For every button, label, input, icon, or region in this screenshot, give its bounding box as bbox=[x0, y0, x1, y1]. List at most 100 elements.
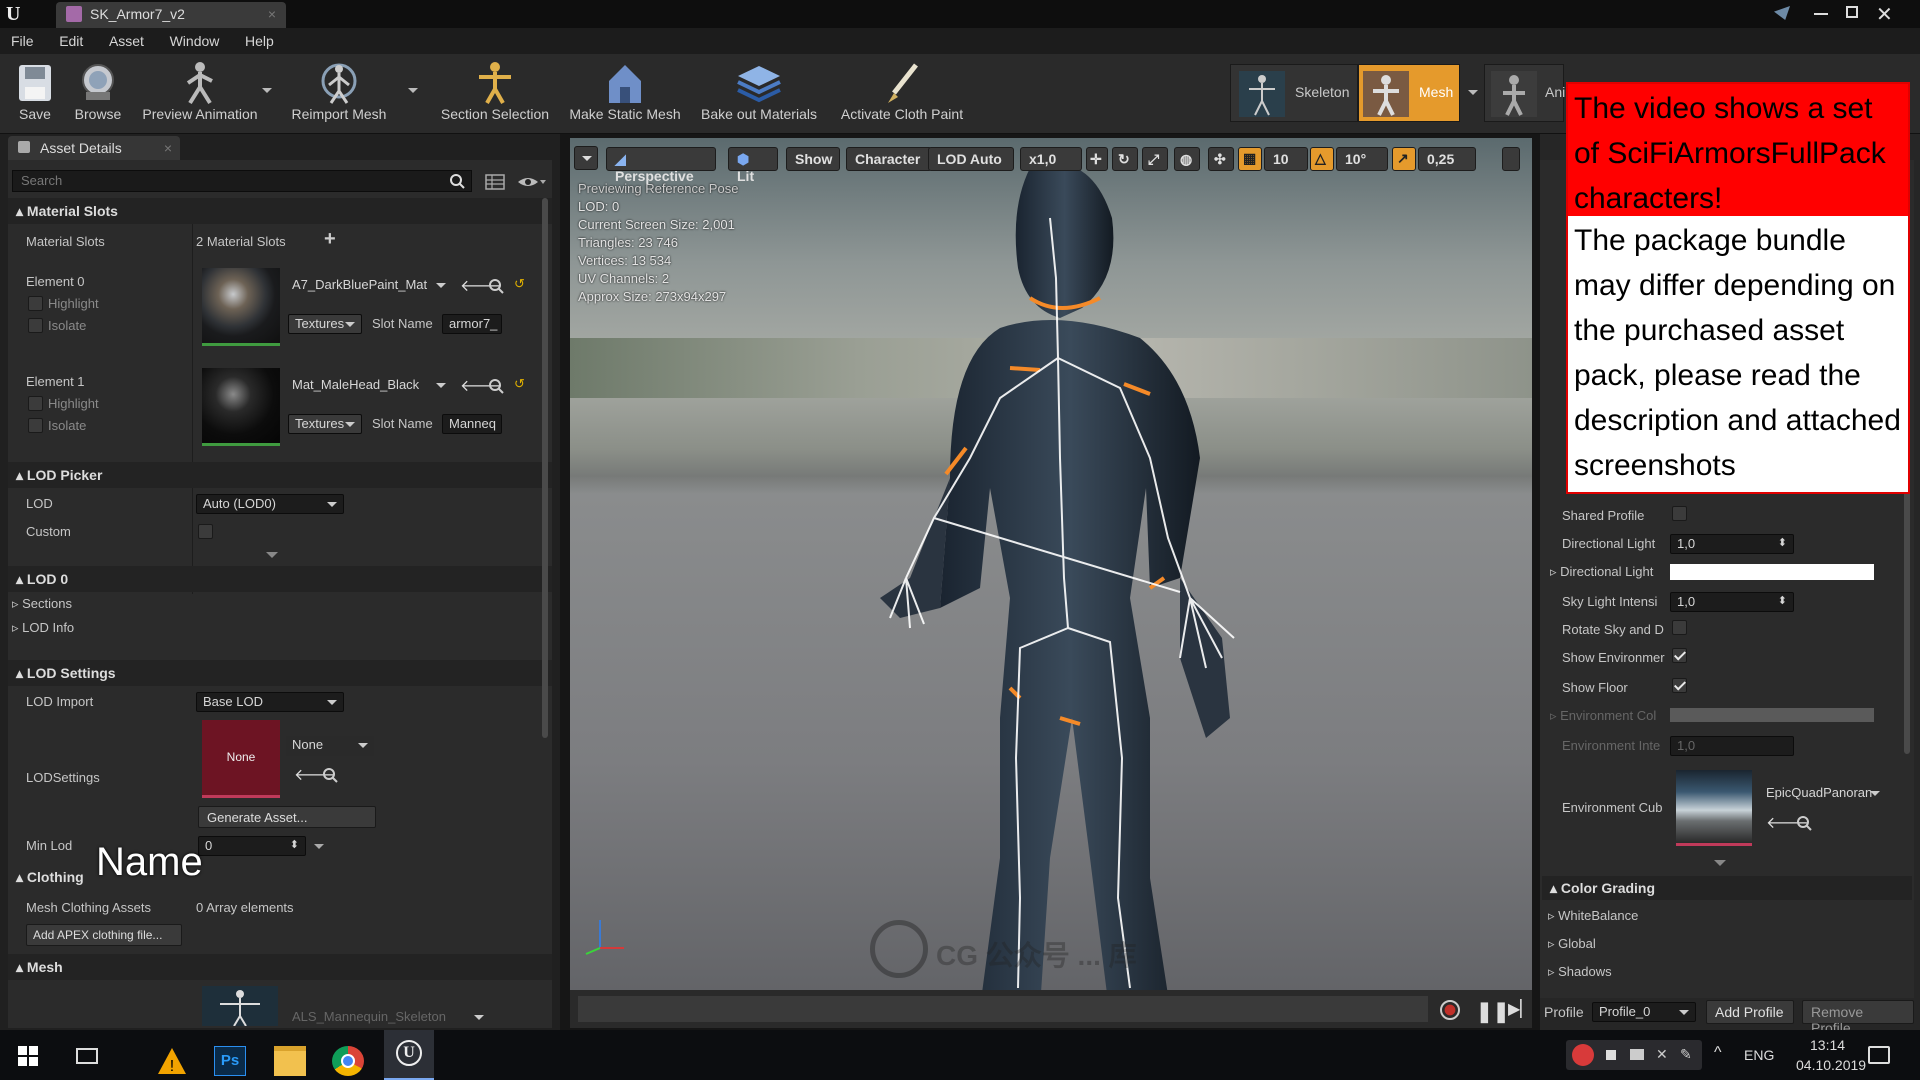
bake-out-materials-button[interactable]: Bake out Materials bbox=[694, 60, 824, 122]
remove-profile-button[interactable]: Remove Profile bbox=[1802, 1000, 1914, 1036]
file-explorer-icon[interactable] bbox=[274, 1046, 306, 1076]
directional-light-color-label[interactable]: ▹ Directional Light bbox=[1550, 564, 1653, 580]
grid-snap-button[interactable]: ▦ bbox=[1238, 147, 1262, 171]
section-selection-button[interactable]: Section Selection bbox=[434, 60, 556, 122]
advanced-expand-arrow-icon[interactable] bbox=[266, 552, 278, 558]
lod-dropdown[interactable]: Auto (LOD0) bbox=[196, 494, 344, 514]
clock-date[interactable]: 04.10.2019 bbox=[1796, 1057, 1866, 1073]
preview-animation-button[interactable]: Preview Animation bbox=[134, 60, 266, 122]
cubemap-browse-search-icon[interactable] bbox=[1796, 815, 1812, 831]
directional-light-intensity-input[interactable]: 1,0 ⬍ bbox=[1670, 534, 1794, 554]
element-0-highlight-checkbox[interactable] bbox=[28, 296, 43, 311]
camera-icon[interactable] bbox=[1630, 1049, 1644, 1060]
custom-lod-checkbox[interactable] bbox=[198, 524, 213, 539]
preview-animation-dropdown-icon[interactable] bbox=[262, 88, 272, 93]
lodsettings-thumbnail[interactable]: None bbox=[202, 720, 280, 798]
lod-import-dropdown[interactable]: Base LOD bbox=[196, 692, 344, 712]
minimize-icon[interactable] bbox=[1814, 13, 1828, 15]
sky-spin-icon[interactable]: ⬍ bbox=[1778, 594, 1787, 607]
environment-cubemap-thumbnail[interactable] bbox=[1676, 770, 1752, 846]
activate-cloth-paint-button[interactable]: Activate Cloth Paint bbox=[834, 60, 970, 122]
skeleton-thumbnail[interactable] bbox=[202, 986, 278, 1027]
lod-info-row[interactable]: ▹ LOD Info bbox=[12, 620, 74, 636]
scene-advanced-expand-icon[interactable] bbox=[1714, 860, 1726, 866]
close-details-tab-icon[interactable]: × bbox=[164, 140, 172, 156]
generate-asset-button[interactable]: Generate Asset... bbox=[198, 806, 376, 828]
unreal-logo-icon[interactable]: U bbox=[6, 3, 28, 25]
photoshop-icon[interactable]: Ps bbox=[214, 1046, 246, 1076]
details-scrollbar[interactable] bbox=[542, 198, 548, 738]
show-floor-checkbox[interactable] bbox=[1672, 678, 1687, 693]
element-0-browse-search-icon[interactable] bbox=[488, 278, 504, 294]
directional-light-color-swatch[interactable] bbox=[1670, 564, 1874, 580]
min-lod-spin-icon[interactable]: ⬍ bbox=[290, 838, 299, 851]
tray-chevron-icon[interactable]: ^ bbox=[1714, 1044, 1722, 1062]
viewport-options-dropdown[interactable] bbox=[574, 146, 598, 170]
source-control-icon[interactable] bbox=[1774, 6, 1790, 20]
add-profile-button[interactable]: Add Profile bbox=[1706, 1000, 1794, 1024]
unreal-taskbar-icon[interactable]: U bbox=[384, 1030, 434, 1080]
surface-snap-button[interactable]: ✣ bbox=[1208, 147, 1234, 171]
timeline-scrubber[interactable] bbox=[578, 996, 1428, 1022]
lodsettings-browse-search-icon[interactable] bbox=[322, 767, 338, 783]
mode-mesh-dropdown-icon[interactable] bbox=[1468, 90, 1478, 95]
element-1-browse-search-icon[interactable] bbox=[488, 378, 504, 394]
task-view-icon[interactable] bbox=[76, 1048, 98, 1064]
rotation-snap-button[interactable]: △ bbox=[1310, 147, 1334, 171]
scale-tool-button[interactable]: ⤢ bbox=[1142, 147, 1168, 171]
armor-character-mesh[interactable] bbox=[850, 158, 1270, 1028]
menu-help[interactable]: Help bbox=[234, 28, 285, 54]
scale-snap-button[interactable]: ↗ bbox=[1392, 147, 1416, 171]
environment-cubemap-dropdown[interactable]: EpicQuadPanoran bbox=[1760, 784, 1886, 804]
element-1-highlight-checkbox[interactable] bbox=[28, 396, 43, 411]
maximize-icon[interactable] bbox=[1846, 6, 1858, 18]
chrome-icon[interactable] bbox=[332, 1046, 364, 1076]
record-icon[interactable] bbox=[1440, 1000, 1460, 1020]
maximize-viewport-button[interactable] bbox=[1502, 147, 1520, 171]
asset-details-tab[interactable]: Asset Details × bbox=[8, 136, 180, 160]
rotate-tool-button[interactable]: ↻ bbox=[1112, 147, 1138, 171]
global-row[interactable]: ▹ Global bbox=[1548, 936, 1596, 952]
element-0-reset-icon[interactable]: ↺ bbox=[514, 276, 525, 292]
lodsettings-asset-dropdown[interactable]: None bbox=[286, 736, 374, 756]
record-stop-icon[interactable] bbox=[1572, 1044, 1594, 1066]
add-apex-clothing-button[interactable]: Add APEX clothing file... bbox=[26, 924, 182, 946]
lod-auto-button[interactable]: LOD Auto bbox=[928, 147, 1014, 171]
menu-window[interactable]: Window bbox=[159, 28, 231, 54]
sky-light-intensity-input[interactable]: 1,0 ⬍ bbox=[1670, 592, 1794, 612]
mesh-header[interactable]: ▴ Mesh bbox=[8, 954, 552, 980]
view-options-grid-icon[interactable] bbox=[484, 172, 506, 192]
environment-intensity-input[interactable]: 1,0 bbox=[1670, 736, 1794, 756]
notification-center-icon[interactable] bbox=[1868, 1046, 1890, 1064]
details-search-input[interactable]: Search bbox=[12, 170, 472, 192]
profile-dropdown[interactable]: Profile_0 bbox=[1592, 1002, 1696, 1022]
save-button[interactable]: Save bbox=[10, 60, 60, 122]
shadows-row[interactable]: ▹ Shadows bbox=[1548, 964, 1612, 980]
mode-animation-button[interactable]: Ani bbox=[1484, 64, 1565, 122]
element-1-material-combo[interactable]: Mat_MaleHead_Black bbox=[286, 376, 452, 396]
viewport[interactable]: Previewing Reference Pose LOD: 0 Current… bbox=[570, 138, 1532, 1028]
element-1-slot-name-input[interactable]: Manneq bbox=[442, 414, 502, 434]
element-0-slot-name-input[interactable]: armor7_ bbox=[442, 314, 502, 334]
clock-time[interactable]: 13:14 bbox=[1810, 1037, 1845, 1053]
mode-skeleton-button[interactable]: Skeleton bbox=[1230, 64, 1358, 122]
environment-color-label[interactable]: ▹ Environment Col bbox=[1550, 708, 1656, 724]
playback-speed-button[interactable]: x1,0 bbox=[1020, 147, 1082, 171]
play-forward-icon[interactable]: ▶▏ bbox=[1508, 999, 1532, 1019]
reimport-mesh-button[interactable]: Reimport Mesh bbox=[284, 60, 394, 122]
start-windows-icon[interactable] bbox=[18, 1046, 38, 1066]
element-0-isolate-checkbox[interactable] bbox=[28, 318, 43, 333]
element-0-material-combo[interactable]: A7_DarkBluePaint_Mat bbox=[286, 276, 452, 296]
show-environment-checkbox[interactable] bbox=[1672, 648, 1687, 663]
make-static-mesh-button[interactable]: Make Static Mesh bbox=[566, 60, 684, 122]
visibility-eye-icon[interactable] bbox=[516, 172, 546, 192]
sections-row[interactable]: ▹ Sections bbox=[12, 596, 72, 612]
close-window-icon[interactable]: ✕ bbox=[1876, 2, 1893, 27]
add-material-slot-icon[interactable]: + bbox=[324, 228, 336, 251]
language-indicator[interactable]: ENG bbox=[1744, 1047, 1774, 1063]
pause-icon[interactable]: ❚❚ bbox=[1476, 999, 1510, 1024]
mode-mesh-button[interactable]: Mesh bbox=[1358, 64, 1460, 122]
element-1-material-thumbnail[interactable] bbox=[202, 368, 280, 446]
rotate-sky-checkbox[interactable] bbox=[1672, 620, 1687, 635]
shared-profile-checkbox[interactable] bbox=[1672, 506, 1687, 521]
